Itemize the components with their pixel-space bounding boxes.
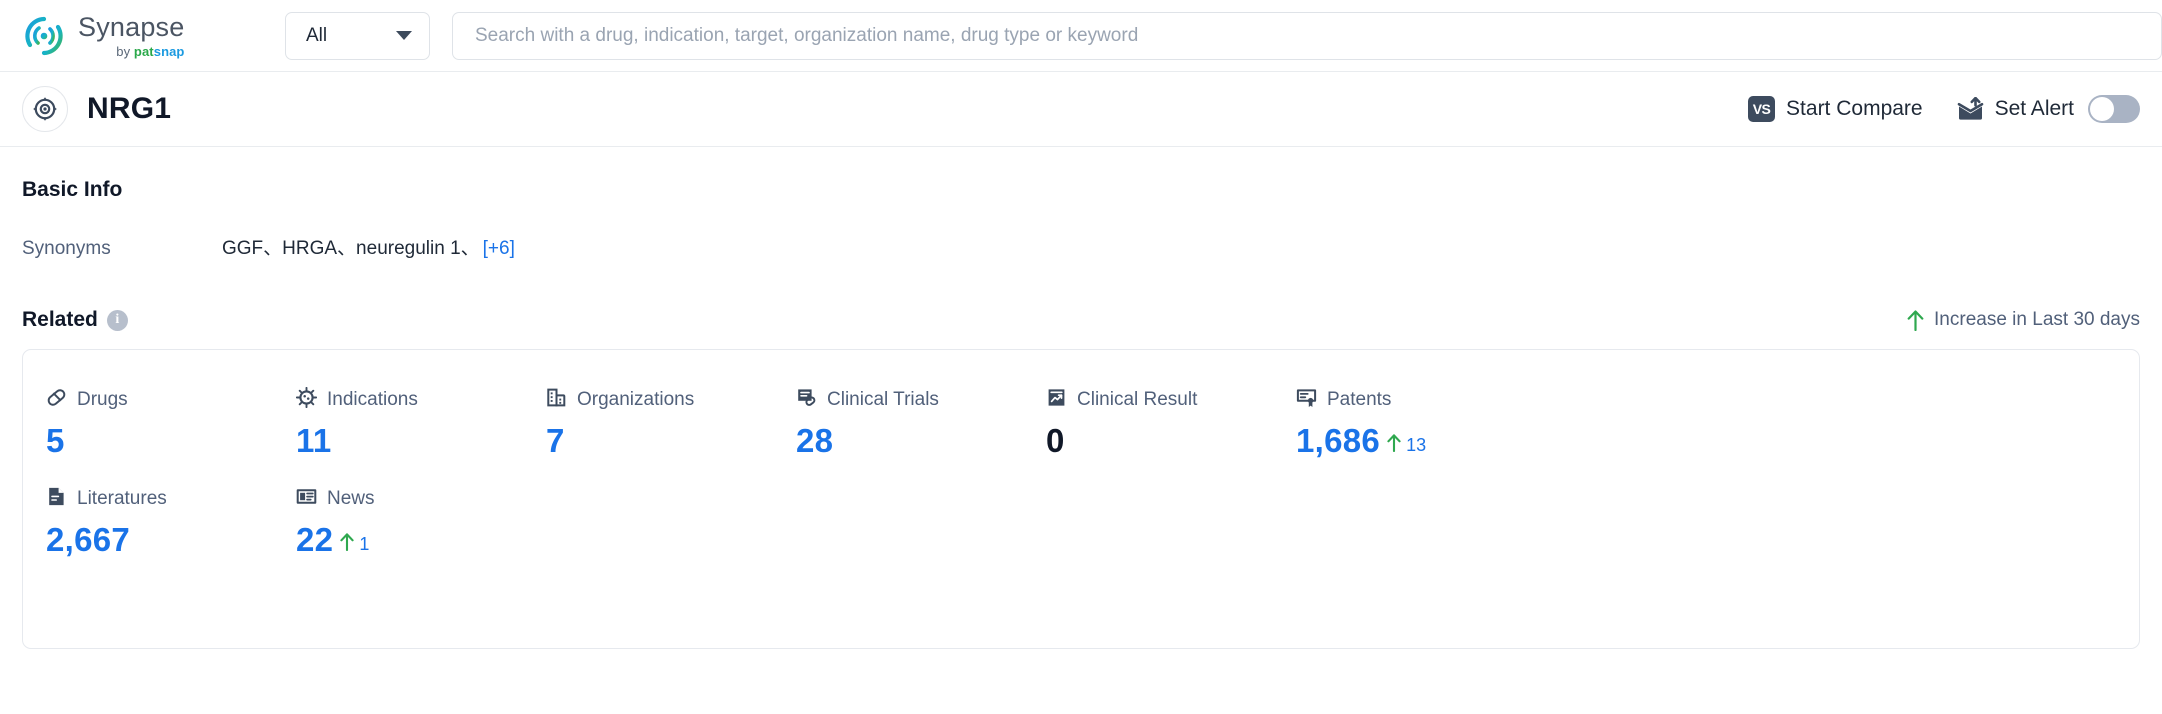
set-alert-control[interactable]: Set Alert <box>1957 95 2140 123</box>
metric-label: News <box>327 488 375 509</box>
clinical-result-icon <box>1046 387 1067 413</box>
metric-value[interactable]: 28 <box>796 422 833 460</box>
increase-legend: Increase in Last 30 days <box>1907 309 2140 331</box>
metric-delta: 13 <box>1387 434 1426 457</box>
metric-head: Patents <box>1296 387 1546 413</box>
increase-legend-label: Increase in Last 30 days <box>1934 309 2140 330</box>
metric-clinical-result: Clinical Result 0 <box>1046 387 1296 460</box>
metric-value[interactable]: 7 <box>546 422 565 460</box>
metric-label: Indications <box>327 389 418 410</box>
synonyms-more-link[interactable]: [+6] <box>483 238 515 259</box>
metric-head: Clinical Trials <box>796 387 1046 413</box>
metric-value-row: 5 <box>46 422 296 460</box>
set-alert-button[interactable]: Set Alert <box>1957 97 2074 121</box>
metric-indications: Indications 11 <box>295 386 546 460</box>
metric-label: Patents <box>1327 389 1392 410</box>
search-scope-select[interactable]: All <box>285 11 430 60</box>
entity-header: NRG1 VS Start Compare Set Alert <box>0 72 2162 147</box>
metric-head: Literatures <box>46 486 296 512</box>
brand-tagline: by patsnap <box>116 43 185 59</box>
info-icon[interactable]: i <box>106 309 128 331</box>
literature-icon <box>46 486 67 512</box>
brand-logo[interactable]: Synapse by patsnap <box>22 11 260 59</box>
metric-drugs: Drugs 5 <box>46 387 296 460</box>
metric-value-row: 7 <box>546 422 796 460</box>
main-content: Basic Info Synonyms GGF、HRGA、neuregulin … <box>0 178 2162 649</box>
metric-organizations: Organizations 7 <box>546 387 796 460</box>
metric-value[interactable]: 2,667 <box>46 521 130 559</box>
related-header: Related i Increase in Last 30 days <box>22 308 2140 332</box>
toggle-knob <box>2090 97 2114 121</box>
search-scope-value: All <box>306 24 328 46</box>
metric-head: Indications <box>295 386 546 413</box>
pill-icon <box>46 387 67 413</box>
chevron-down-icon <box>396 31 412 40</box>
start-compare-label: Start Compare <box>1786 97 1923 120</box>
up-arrow-icon <box>1907 309 1924 331</box>
search-box[interactable] <box>452 11 2162 60</box>
metric-value[interactable]: 11 <box>296 422 332 460</box>
metrics-grid: Drugs 5 Indications 11 Organizations 7 Clinica… <box>23 386 2139 559</box>
news-icon <box>296 486 317 512</box>
metric-value[interactable]: 22 <box>296 521 333 559</box>
metric-value-row: 0 <box>1046 422 1296 460</box>
metric-head: Drugs <box>46 387 296 413</box>
metric-value[interactable]: 5 <box>46 422 65 460</box>
metric-value-row: 1,686 13 <box>1296 422 1546 460</box>
metric-label: Drugs <box>77 389 128 410</box>
set-alert-label: Set Alert <box>1994 97 2074 120</box>
metric-news: News 22 1 <box>296 486 546 559</box>
clinical-trial-icon <box>796 387 817 413</box>
patent-icon <box>1296 387 1317 413</box>
related-heading: Related <box>22 308 98 331</box>
metric-value[interactable]: 1,686 <box>1296 422 1380 460</box>
metric-label: Organizations <box>577 389 695 410</box>
page-title: NRG1 <box>87 92 172 125</box>
target-icon <box>22 86 68 132</box>
synonyms-label: Synonyms <box>22 238 111 259</box>
virus-icon <box>295 386 318 413</box>
start-compare-button[interactable]: VS Start Compare <box>1748 96 1923 122</box>
metric-value-row: 11 <box>296 422 546 460</box>
metric-delta: 1 <box>340 533 369 556</box>
synonyms-value: GGF、HRGA、neuregulin 1、 [+6] <box>222 238 515 259</box>
organization-icon <box>546 387 567 413</box>
delta-up-icon <box>340 533 354 556</box>
delta-value: 13 <box>1406 435 1427 455</box>
metric-head: Clinical Result <box>1046 387 1296 413</box>
metric-label: Clinical Trials <box>827 389 939 410</box>
brand-name: Synapse <box>78 11 185 42</box>
metric-value-row: 28 <box>796 422 1046 460</box>
metric-label: Clinical Result <box>1077 389 1198 410</box>
metric-patents: Patents 1,686 13 <box>1296 387 1546 460</box>
delta-value: 1 <box>359 534 370 554</box>
metric-clinical-trials: Clinical Trials 28 <box>796 387 1046 460</box>
delta-up-icon <box>1387 434 1401 457</box>
metric-value-row: 2,667 <box>46 521 296 559</box>
basic-info-heading: Basic Info <box>22 178 123 201</box>
metric-head: News <box>296 486 546 512</box>
metric-value: 0 <box>1046 422 1065 459</box>
global-header: Synapse by patsnap All <box>0 0 2162 72</box>
synapse-logo-icon <box>22 14 66 58</box>
synonyms-row: Synonyms GGF、HRGA、neuregulin 1、 [+6] <box>22 233 2140 260</box>
related-metrics-card: Drugs 5 Indications 11 Organizations 7 Clinica… <box>22 349 2140 649</box>
metric-head: Organizations <box>546 387 796 413</box>
alert-envelope-icon <box>1957 97 1984 121</box>
metric-value-row: 22 1 <box>296 521 546 559</box>
metric-label: Literatures <box>77 488 167 509</box>
versus-icon: VS <box>1748 96 1776 122</box>
set-alert-toggle[interactable] <box>2088 95 2140 123</box>
search-input[interactable] <box>475 24 2139 47</box>
metric-literatures: Literatures 2,667 <box>46 486 296 559</box>
